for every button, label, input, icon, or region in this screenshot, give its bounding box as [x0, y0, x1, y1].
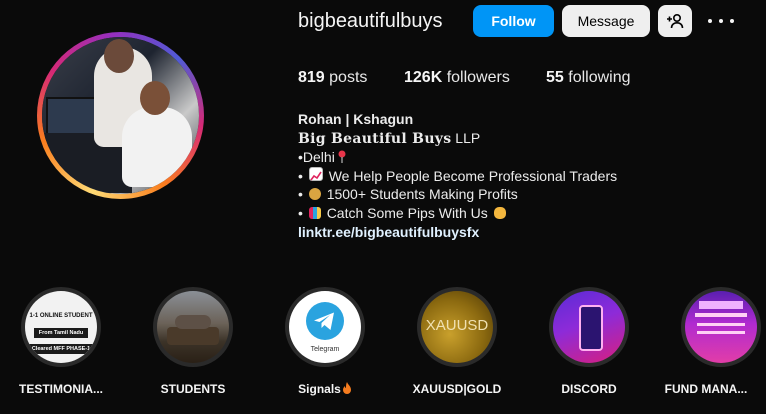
add-person-icon: [667, 13, 684, 29]
highlight-label: XAUUSD|GOLD: [412, 382, 502, 396]
highlight-label: TESTIMONIA...: [19, 382, 103, 396]
money-bag-emoji-icon: [308, 188, 321, 201]
pin-icon: [338, 150, 346, 164]
bio-link[interactable]: linktr.ee/bigbeautifulbuysfx: [298, 223, 617, 242]
posts-count-stat: 819 posts: [298, 69, 368, 86]
highlight-label: DISCORD: [561, 382, 617, 396]
bio-pips-line: • Catch Some Pips With Us: [298, 204, 617, 223]
bio-location-line: •Delhi: [298, 148, 617, 167]
bio-students-line: • 1500+ Students Making Profits: [298, 186, 518, 203]
highlight-label: STUDENTS: [160, 382, 226, 396]
highlight-testimonials[interactable]: 1-1 ONLINE STUDENT From Tamil Nadu Clear…: [21, 287, 101, 367]
telegram-icon: [306, 302, 344, 340]
follow-button[interactable]: Follow: [473, 5, 554, 37]
bar-chart-emoji-icon: [308, 206, 321, 219]
followers-count-stat[interactable]: 126K followers: [404, 69, 510, 87]
suggest-accounts-button[interactable]: [658, 5, 692, 37]
profile-bio: Rohan | Kshagun Big Beautiful Buys LLP •…: [298, 110, 617, 241]
highlight-xauusd-gold[interactable]: XAUUSD: [417, 287, 497, 367]
chart-emoji-icon: [308, 166, 323, 181]
fire-emoji-icon: [342, 382, 351, 394]
pointing-hand-emoji-icon: [493, 206, 506, 219]
highlight-label: FUND MANA...: [664, 382, 748, 396]
highlight-students[interactable]: [153, 287, 233, 367]
highlight-label: Signals: [265, 382, 385, 396]
bio-help-line: • We Help People Become Professional Tra…: [298, 166, 618, 184]
bio-brand-line: Big Beautiful Buys LLP: [298, 129, 481, 147]
more-options-icon[interactable]: [708, 10, 734, 32]
highlight-signals[interactable]: Telegram: [285, 287, 365, 367]
bio-name: Rohan | Kshagun: [298, 111, 414, 127]
message-button[interactable]: Message: [562, 5, 650, 37]
highlight-discord[interactable]: [549, 287, 629, 367]
highlight-fund-management[interactable]: [681, 287, 761, 367]
following-count-stat[interactable]: 55 following: [546, 69, 631, 87]
profile-username: bigbeautifulbuys: [298, 10, 443, 32]
profile-avatar[interactable]: [37, 32, 204, 199]
avatar-photo: [42, 37, 199, 194]
